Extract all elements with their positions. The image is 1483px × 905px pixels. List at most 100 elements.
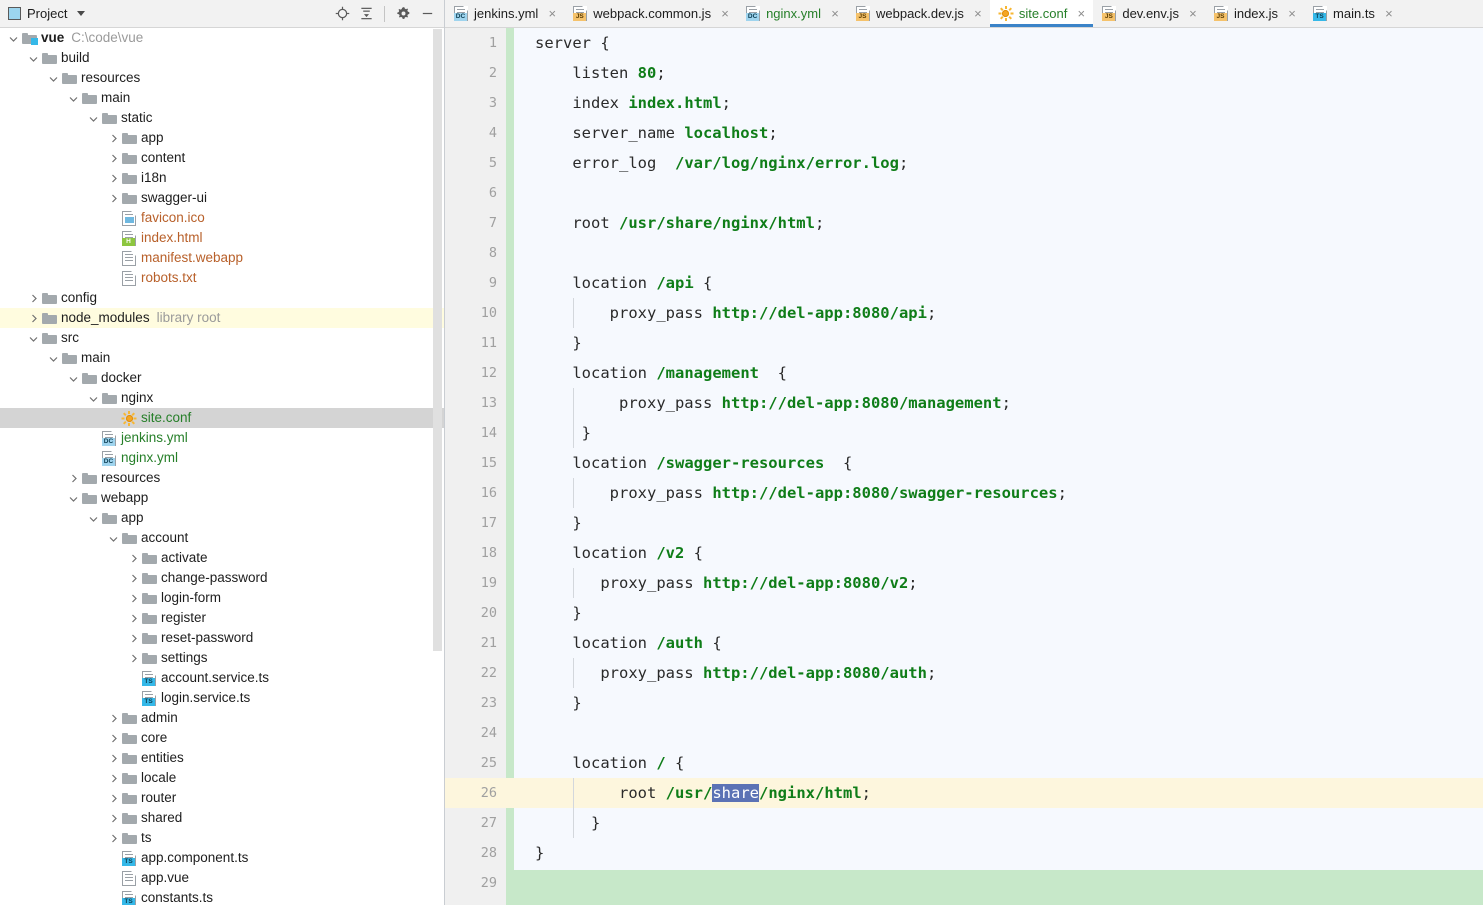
- chevron-down-icon[interactable]: [86, 508, 100, 528]
- tree-row[interactable]: node_modules library root: [0, 308, 444, 328]
- tree-row[interactable]: Hindex.html: [0, 228, 444, 248]
- line-number[interactable]: 2: [445, 58, 497, 88]
- chevron-down-icon[interactable]: [26, 48, 40, 68]
- line-number[interactable]: 9: [445, 268, 497, 298]
- close-icon[interactable]: ×: [1286, 7, 1298, 20]
- chevron-down-icon[interactable]: [46, 348, 60, 368]
- line-number[interactable]: 15: [445, 448, 497, 478]
- close-icon[interactable]: ×: [972, 7, 984, 20]
- code-line[interactable]: }: [514, 508, 1483, 538]
- code-line[interactable]: root /usr/share/nginx/html;: [514, 208, 1483, 238]
- chevron-right-icon[interactable]: [106, 128, 120, 148]
- tree-row[interactable]: admin: [0, 708, 444, 728]
- project-file-tree[interactable]: vue C:\code\vue build resources main static ap…: [0, 28, 444, 905]
- chevron-right-icon[interactable]: [106, 748, 120, 768]
- editor-tab[interactable]: JS index.js ×: [1205, 0, 1304, 27]
- tree-row[interactable]: DC nginx.yml: [0, 448, 444, 468]
- chevron-right-icon[interactable]: [126, 648, 140, 668]
- line-number[interactable]: 11: [445, 328, 497, 358]
- line-number[interactable]: 24: [445, 718, 497, 748]
- code-line[interactable]: root /usr/share/nginx/html;: [514, 778, 1483, 808]
- code-line[interactable]: proxy_pass http://del-app:8080/swagger-r…: [514, 478, 1483, 508]
- line-number[interactable]: 18: [445, 538, 497, 568]
- tree-row[interactable]: ts: [0, 828, 444, 848]
- chevron-down-icon[interactable]: [46, 68, 60, 88]
- tree-row[interactable]: webapp: [0, 488, 444, 508]
- chevron-right-icon[interactable]: [126, 628, 140, 648]
- code-line[interactable]: error_log /var/log/nginx/error.log;: [514, 148, 1483, 178]
- tree-row[interactable]: docker: [0, 368, 444, 388]
- line-number[interactable]: 5: [445, 148, 497, 178]
- tree-row[interactable]: core: [0, 728, 444, 748]
- tree-row[interactable]: content: [0, 148, 444, 168]
- tree-row[interactable]: site.conf: [0, 408, 444, 428]
- chevron-right-icon[interactable]: [106, 788, 120, 808]
- tree-row[interactable]: router: [0, 788, 444, 808]
- chevron-down-icon[interactable]: [66, 488, 80, 508]
- line-number[interactable]: 17: [445, 508, 497, 538]
- chevron-right-icon[interactable]: [126, 588, 140, 608]
- line-number[interactable]: 25: [445, 748, 497, 778]
- line-number[interactable]: 14: [445, 418, 497, 448]
- code-line[interactable]: proxy_pass http://del-app:8080/managemen…: [514, 388, 1483, 418]
- line-number[interactable]: 28: [445, 838, 497, 868]
- tree-row[interactable]: reset-password: [0, 628, 444, 648]
- line-number[interactable]: 19: [445, 568, 497, 598]
- code-line[interactable]: }: [514, 808, 1483, 838]
- chevron-right-icon[interactable]: [26, 288, 40, 308]
- tree-row[interactable]: favicon.ico: [0, 208, 444, 228]
- tree-row[interactable]: shared: [0, 808, 444, 828]
- chevron-right-icon[interactable]: [106, 168, 120, 188]
- chevron-right-icon[interactable]: [106, 728, 120, 748]
- code-line[interactable]: proxy_pass http://del-app:8080/auth;: [514, 658, 1483, 688]
- editor-tab[interactable]: TS main.ts ×: [1304, 0, 1401, 27]
- tree-row[interactable]: TS account.service.ts: [0, 668, 444, 688]
- chevron-right-icon[interactable]: [106, 148, 120, 168]
- code-line[interactable]: location /swagger-resources {: [514, 448, 1483, 478]
- tree-row[interactable]: app: [0, 128, 444, 148]
- tree-row[interactable]: locale: [0, 768, 444, 788]
- gear-icon[interactable]: [392, 3, 414, 25]
- collapse-all-icon[interactable]: [355, 3, 377, 25]
- code-line[interactable]: [514, 718, 1483, 748]
- line-number[interactable]: 3: [445, 88, 497, 118]
- chevron-right-icon[interactable]: [106, 768, 120, 788]
- editor-tab[interactable]: DC nginx.yml ×: [737, 0, 847, 27]
- code-editor[interactable]: 1 server {2 listen 80; 3 index index.html;…: [445, 28, 1483, 905]
- tree-row[interactable]: robots.txt: [0, 268, 444, 288]
- code-line[interactable]: [514, 238, 1483, 268]
- chevron-down-icon[interactable]: [66, 88, 80, 108]
- code-line[interactable]: proxy_pass http://del-app:8080/v2;: [514, 568, 1483, 598]
- chevron-down-icon[interactable]: [6, 28, 20, 48]
- close-icon[interactable]: ×: [719, 7, 731, 20]
- close-icon[interactable]: ×: [546, 7, 558, 20]
- close-icon[interactable]: ×: [829, 7, 841, 20]
- code-line[interactable]: [514, 178, 1483, 208]
- code-line[interactable]: listen 80;: [514, 58, 1483, 88]
- line-number[interactable]: 1: [445, 28, 497, 58]
- close-icon[interactable]: ×: [1075, 7, 1087, 20]
- code-line[interactable]: }: [514, 688, 1483, 718]
- tree-row[interactable]: DC jenkins.yml: [0, 428, 444, 448]
- code-line[interactable]: location /management {: [514, 358, 1483, 388]
- minimize-icon[interactable]: [416, 3, 438, 25]
- tree-row[interactable]: entities: [0, 748, 444, 768]
- tree-row[interactable]: vue C:\code\vue: [0, 28, 444, 48]
- chevron-down-icon[interactable]: [66, 368, 80, 388]
- tree-row[interactable]: config: [0, 288, 444, 308]
- code-line[interactable]: location /auth {: [514, 628, 1483, 658]
- line-number[interactable]: 7: [445, 208, 497, 238]
- line-number[interactable]: 10: [445, 298, 497, 328]
- line-number[interactable]: 27: [445, 808, 497, 838]
- chevron-right-icon[interactable]: [26, 308, 40, 328]
- code-line[interactable]: index index.html;: [514, 88, 1483, 118]
- code-line[interactable]: server_name localhost;: [514, 118, 1483, 148]
- chevron-right-icon[interactable]: [106, 708, 120, 728]
- code-line[interactable]: }: [514, 598, 1483, 628]
- line-number[interactable]: 23: [445, 688, 497, 718]
- editor-tab[interactable]: site.conf ×: [989, 0, 1094, 27]
- code-line[interactable]: location / {: [514, 748, 1483, 778]
- editor-tab-bar[interactable]: DC jenkins.yml × JS webpack.common.js × DC ngin…: [445, 0, 1483, 28]
- line-number[interactable]: 6: [445, 178, 497, 208]
- locate-target-icon[interactable]: [331, 3, 353, 25]
